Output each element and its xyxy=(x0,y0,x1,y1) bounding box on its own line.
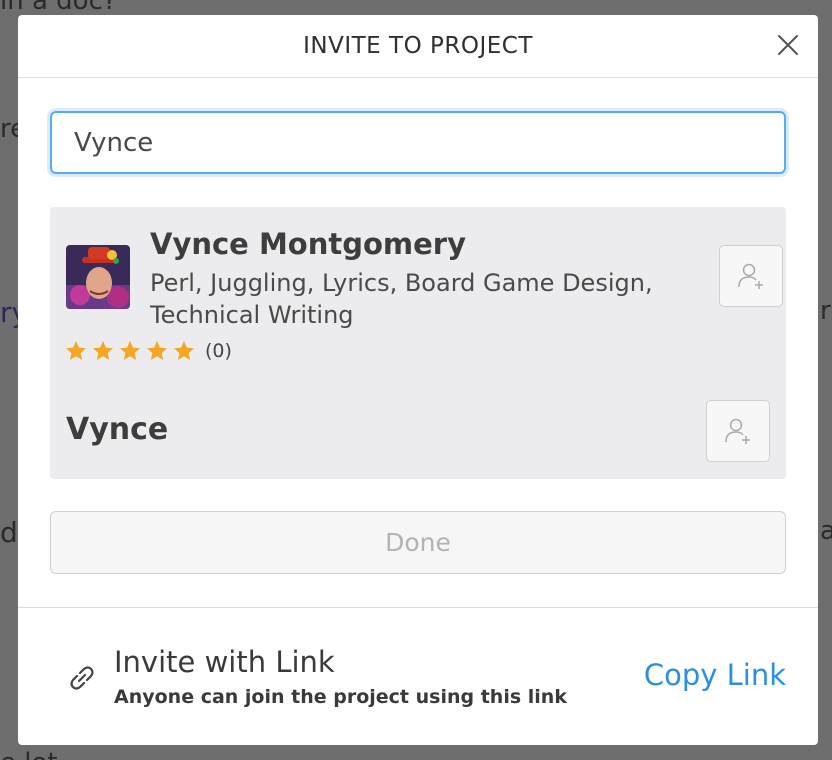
add-user-button[interactable] xyxy=(719,245,783,307)
star-icon xyxy=(147,341,167,360)
modal-title: INVITE TO PROJECT xyxy=(303,33,533,59)
avatar xyxy=(66,245,130,309)
background-text: e lot xyxy=(0,748,58,760)
background-text: d xyxy=(0,516,18,549)
invite-modal: INVITE TO PROJECT Vynce Montgomery xyxy=(18,15,818,745)
search-results: Vynce Montgomery Perl, Juggling, Lyrics,… xyxy=(50,207,786,479)
invite-link-subtitle: Anyone can join the project using this l… xyxy=(114,686,567,708)
background-text: in a doc? xyxy=(0,0,117,16)
add-user-icon xyxy=(738,263,763,289)
add-user-icon xyxy=(725,418,750,444)
done-button[interactable]: Done xyxy=(50,511,786,574)
result-name: Vynce xyxy=(66,412,169,447)
background-text: ay xyxy=(820,516,832,546)
star-icon xyxy=(174,341,194,360)
link-icon xyxy=(70,666,94,690)
close-button[interactable] xyxy=(776,33,800,57)
add-user-button[interactable] xyxy=(706,400,770,462)
star-icon xyxy=(120,341,140,360)
copy-link-button[interactable]: Copy Link xyxy=(644,658,786,692)
invite-link-title: Invite with Link xyxy=(114,645,335,679)
search-input[interactable] xyxy=(50,111,786,174)
result-skills: Perl, Juggling, Lyrics, Board Game Desig… xyxy=(150,269,653,329)
star-icon xyxy=(66,341,86,360)
rating: (0) xyxy=(64,339,232,363)
divider xyxy=(18,607,818,608)
result-name: Vynce Montgomery xyxy=(150,227,467,261)
modal-header: INVITE TO PROJECT xyxy=(18,15,818,78)
background-text: r? xyxy=(820,296,832,326)
rating-count: (0) xyxy=(205,340,232,362)
close-icon xyxy=(778,35,798,55)
star-icon xyxy=(93,341,113,360)
